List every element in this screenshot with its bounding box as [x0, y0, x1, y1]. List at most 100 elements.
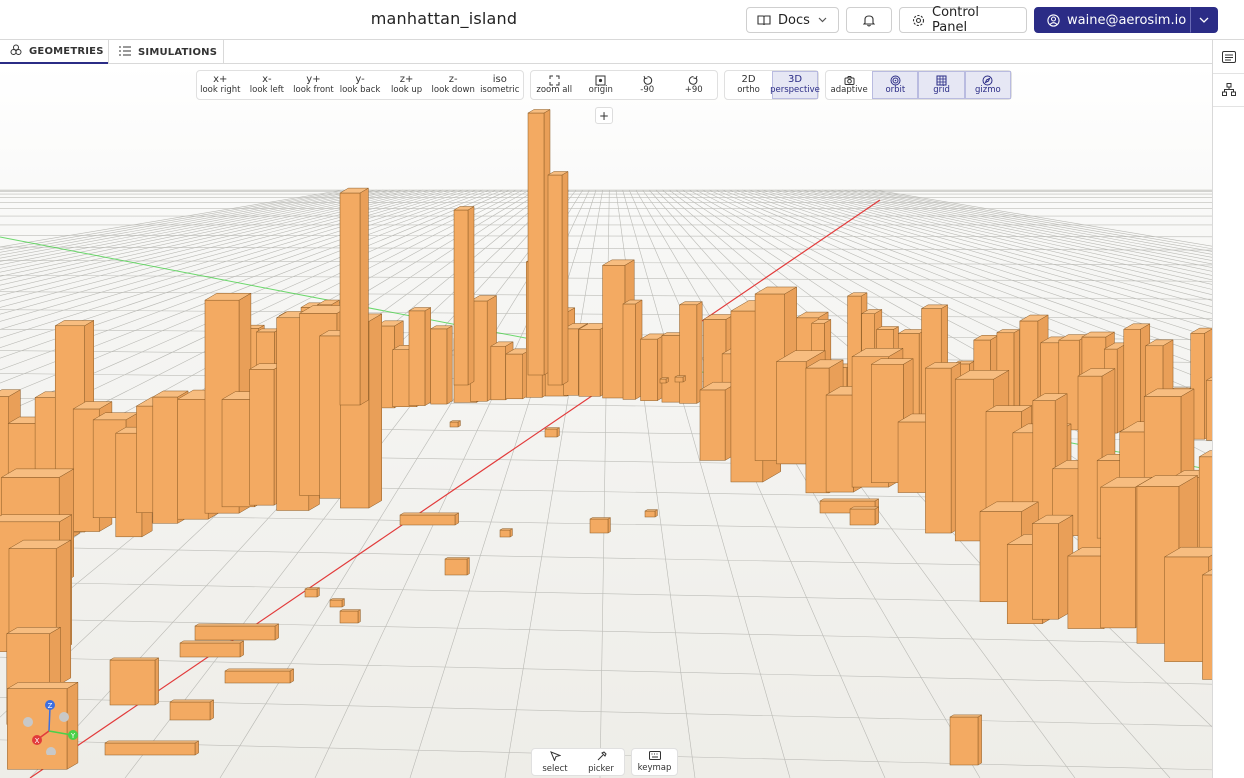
building [339, 609, 362, 624]
control-panel-label: Control Panel [932, 5, 979, 35]
building [527, 109, 551, 376]
grid-toggle-button[interactable]: grid [918, 71, 965, 99]
building [449, 420, 462, 428]
hierarchy-icon [1222, 81, 1236, 100]
building [949, 714, 983, 766]
control-panel-button[interactable]: Control Panel [899, 5, 1027, 35]
building [444, 557, 471, 576]
gizmo-z-label: Z [48, 702, 53, 710]
app-header: manhattan_island Docs Control Panel wain… [0, 0, 1244, 40]
building [589, 517, 612, 534]
gizmo-toggle-button[interactable]: gizmo [964, 71, 1011, 99]
building [104, 740, 200, 756]
chevron-down-icon [1199, 17, 1209, 23]
tab-geometries-label: GEOMETRIES [29, 45, 104, 57]
tab-geometries[interactable]: GEOMETRIES [0, 40, 108, 64]
view-button-label: look right [200, 85, 241, 96]
plus90-button[interactable]: +90 [671, 71, 718, 99]
building [849, 506, 880, 526]
nav-button-label: -90 [640, 85, 655, 96]
display-label: orbit [885, 85, 906, 96]
projection-label: ortho [737, 85, 760, 96]
axis-gizmo[interactable]: Z X Y [18, 695, 78, 755]
view-button-label: look back [339, 85, 381, 96]
building [1031, 514, 1074, 620]
building [1205, 376, 1212, 441]
keyboard-icon [648, 751, 661, 763]
view-button-label: look down [431, 85, 475, 96]
main-tabs: GEOMETRIES SIMULATIONS [0, 40, 1212, 64]
display-toolbar: adaptive orbit grid gizmo [825, 70, 1012, 100]
building [499, 528, 514, 538]
picker-icon [596, 750, 607, 764]
building [169, 699, 215, 721]
view-look-front-button[interactable]: y+ look front [290, 71, 337, 99]
select-tool-button[interactable]: select [532, 749, 578, 775]
add-button[interactable]: + [595, 107, 613, 124]
perspective-projection-button[interactable]: 3D perspective [770, 71, 820, 99]
3d-viewport[interactable] [0, 65, 1212, 778]
projection-toolbar: 2D ortho 3D perspective [724, 70, 820, 100]
view-isometric-button[interactable]: iso isometric [476, 71, 523, 99]
building [544, 427, 561, 438]
projection-label: perspective [770, 85, 820, 96]
building [339, 187, 370, 406]
notifications-button[interactable] [846, 7, 892, 33]
select-label: select [542, 763, 568, 774]
bell-icon [863, 14, 875, 27]
view-look-left-button[interactable]: x-look left [244, 71, 291, 99]
gizmo-neg-z[interactable] [46, 747, 56, 755]
properties-panel-button[interactable] [1213, 42, 1244, 74]
view-look-up-button[interactable]: z+ look up [383, 71, 430, 99]
origin-button[interactable]: origin [578, 71, 625, 99]
user-menu-dropdown[interactable] [1190, 7, 1218, 33]
city-scene[interactable] [0, 65, 1212, 778]
tab-simulations-label: SIMULATIONS [138, 46, 218, 58]
building [304, 587, 321, 598]
tree-panel-button[interactable] [1213, 75, 1244, 107]
display-label: grid [933, 85, 950, 96]
right-sidebar [1212, 40, 1244, 778]
view-button-label: look up [391, 85, 423, 96]
gizmo-y-label: Y [70, 732, 76, 740]
list-icon [119, 45, 131, 59]
building [224, 668, 295, 684]
adaptive-toggle-button[interactable]: adaptive [826, 71, 872, 99]
picker-tool-button[interactable]: picker [578, 749, 624, 775]
nav-button-label: zoom all [536, 85, 573, 96]
zoom-all-button[interactable]: zoom all [531, 71, 578, 99]
chevron-down-icon [818, 17, 827, 23]
panel-list-icon [1222, 48, 1236, 67]
tab-simulations[interactable]: SIMULATIONS [108, 40, 224, 64]
gear-icon [912, 14, 925, 27]
orbit-toggle-button[interactable]: orbit [872, 71, 919, 99]
ortho-projection-button[interactable]: 2D ortho [725, 71, 772, 99]
view-toolbar: x+ look right x-look left y+ look front y-loo… [196, 70, 524, 100]
building [547, 171, 569, 386]
nav-button-label: origin [588, 85, 613, 96]
view-look-down-button[interactable]: z-look down [430, 71, 477, 99]
building [179, 640, 245, 658]
gizmo-neg-y[interactable] [59, 712, 69, 722]
user-account-button[interactable]: waine@aerosim.io [1034, 7, 1191, 33]
building [678, 301, 704, 404]
gizmo-neg-x[interactable] [23, 717, 33, 727]
building [622, 299, 643, 400]
view-look-back-button[interactable]: y-look back [337, 71, 384, 99]
docs-label: Docs [778, 12, 810, 28]
docs-button[interactable]: Docs [746, 7, 839, 33]
minus-90-button[interactable]: -90 [624, 71, 671, 99]
book-icon [757, 14, 771, 26]
gizmo-x-label: X [35, 737, 40, 745]
keymap-button[interactable]: keymap [632, 749, 677, 775]
view-button-label: look front [293, 85, 334, 96]
building [194, 623, 280, 641]
nav-button-label: +90 [684, 85, 703, 96]
building [1201, 569, 1212, 680]
keymap-label: keymap [637, 763, 672, 773]
building [399, 512, 460, 526]
user-email: waine@aerosim.io [1067, 12, 1187, 28]
view-button-label: look left [249, 85, 284, 96]
view-look-right-button[interactable]: x+ look right [197, 71, 244, 99]
building [109, 657, 160, 706]
